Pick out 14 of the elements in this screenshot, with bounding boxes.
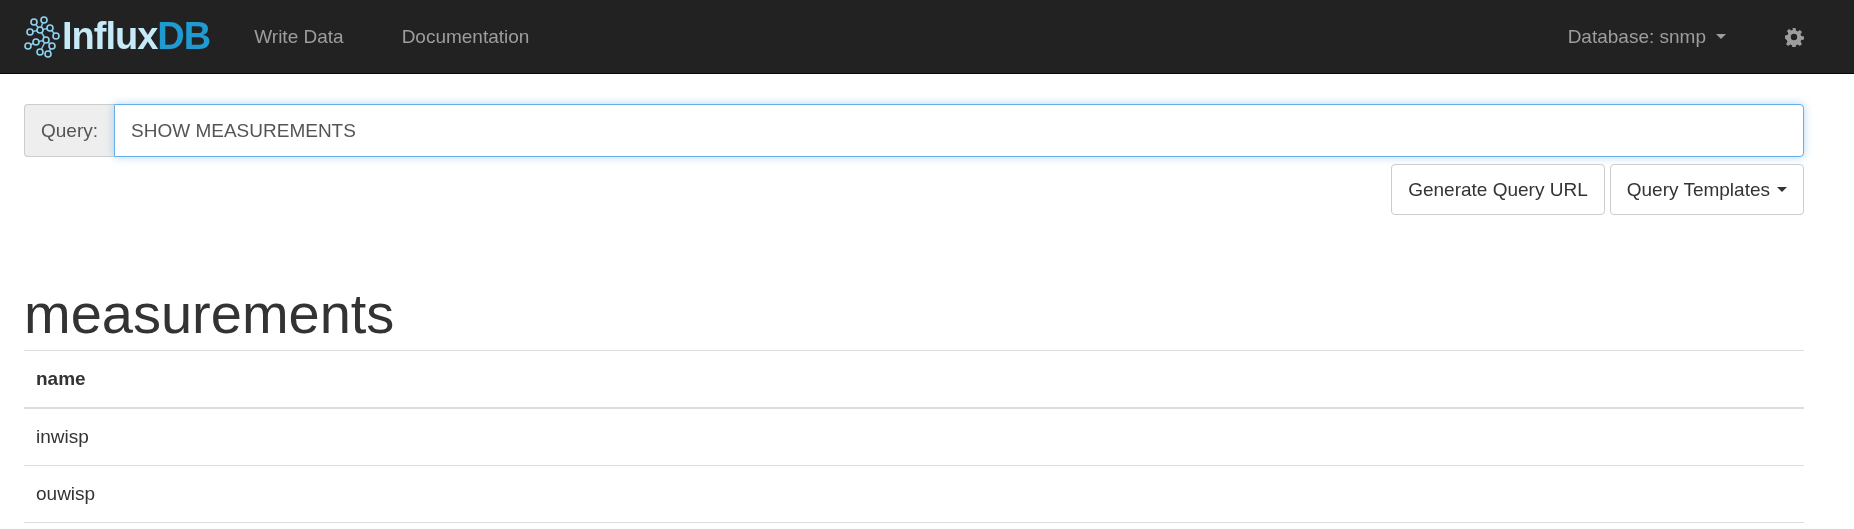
query-label: Query: [24, 104, 115, 157]
table-cell: inwisp [24, 407, 1804, 466]
column-header: name [24, 350, 1804, 408]
nav-link[interactable]: Write Data [254, 25, 344, 48]
logo-wordmark[interactable]: InfluxDB [62, 15, 211, 58]
action-button[interactable]: Generate Query URL [1391, 164, 1605, 215]
nav-link[interactable]: Documentation [401, 25, 530, 48]
table-cell: ouwisp [24, 465, 1804, 523]
dropdown-button[interactable]: Query Templates [1609, 164, 1804, 215]
result-title: measurements [24, 285, 396, 344]
query-field[interactable]: SHOW MEASUREMENTS [114, 104, 1804, 157]
settings-icon[interactable] [1784, 26, 1804, 47]
logo-icon [24, 15, 60, 58]
database-dropdown[interactable]: Database: snmp [1567, 25, 1726, 48]
